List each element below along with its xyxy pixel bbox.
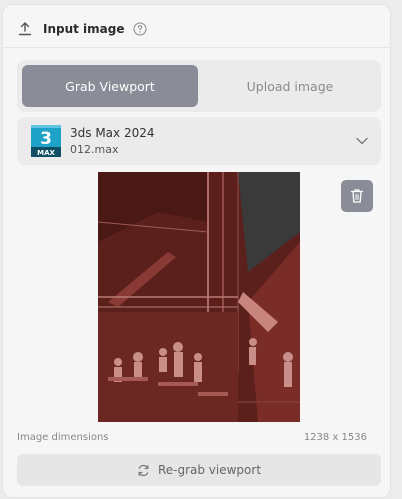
source-tabs: Grab Viewport Upload image: [17, 60, 381, 112]
render-scene: [98, 172, 300, 422]
regrab-viewport-button[interactable]: Re-grab viewport: [17, 454, 381, 486]
input-image-panel: Input image Grab Viewport Upload image 3…: [2, 4, 391, 498]
header-divider: [3, 47, 390, 48]
image-dimensions-label: Image dimensions: [17, 432, 109, 443]
chevron-down-icon: [356, 137, 368, 145]
help-icon[interactable]: [133, 22, 147, 36]
app-name: 3ds Max 2024: [70, 126, 155, 140]
panel-header: Input image: [17, 19, 147, 39]
image-dimensions-value: 1238 x 1536: [303, 432, 367, 443]
app-icon-number: 3: [40, 129, 52, 149]
upload-icon: [18, 22, 32, 36]
viewport-preview-image: [98, 172, 300, 422]
regrab-label: Re-grab viewport: [157, 463, 262, 477]
delete-image-button[interactable]: [341, 180, 373, 212]
refresh-icon: [138, 464, 149, 476]
tab-upload-image[interactable]: Upload image: [204, 65, 376, 107]
3ds-max-icon: 3 MAX: [31, 125, 61, 157]
tab-grab-viewport[interactable]: Grab Viewport: [22, 65, 198, 107]
trash-icon: [350, 189, 364, 203]
app-source-dropdown[interactable]: 3 MAX 3ds Max 2024 012.max: [17, 117, 381, 165]
file-name: 012.max: [70, 143, 119, 156]
panel-title: Input image: [43, 22, 125, 36]
app-icon-label: MAX: [37, 149, 55, 157]
